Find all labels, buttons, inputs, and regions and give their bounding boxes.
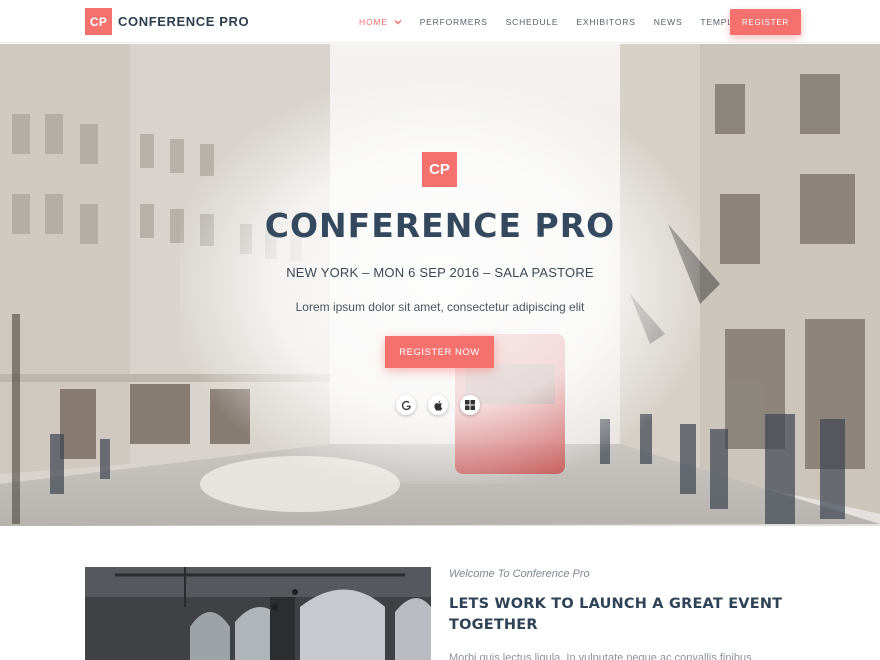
nav-item-performers[interactable]: PERFORMERS (420, 17, 488, 27)
venue-hall-image (85, 567, 431, 660)
app-store-links (396, 395, 492, 415)
nav-item-home[interactable]: HOME (359, 17, 402, 27)
main-nav: HOME PERFORMERS SCHEDULE EXHIBITORS NEWS… (359, 0, 776, 43)
nav-item-label: HOME (359, 16, 388, 27)
brand-name: CONFERENCE PRO (118, 14, 250, 29)
site-header: CP CONFERENCE PRO HOME PERFORMERS SCHEDU… (0, 0, 880, 43)
register-now-button[interactable]: REGISTER NOW (385, 336, 494, 368)
nav-item-schedule[interactable]: SCHEDULE (506, 17, 559, 27)
intro-heading: LETS WORK TO LAUNCH A GREAT EVENT TOGETH… (449, 596, 783, 633)
brand-logo-link[interactable]: CP CONFERENCE PRO (85, 8, 249, 35)
nav-item-exhibitors[interactable]: EXHIBITORS (576, 17, 635, 27)
hero-title: CONFERENCE PRO (264, 206, 616, 245)
intro-eyebrow: Welcome To Conference Pro (449, 568, 590, 580)
nav-item-news[interactable]: NEWS (654, 17, 683, 27)
hero-subtitle: NEW YORK – MON 6 SEP 2016 – SALA PASTORE (286, 265, 594, 280)
hero-section: CP CONFERENCE PRO NEW YORK – MON 6 SEP 2… (0, 44, 880, 526)
hero-description: Lorem ipsum dolor sit amet, consectetur … (295, 300, 585, 314)
chevron-down-icon (394, 19, 402, 24)
register-button[interactable]: REGISTER (730, 9, 801, 35)
brand-logo-mark: CP (85, 8, 112, 35)
windows-icon[interactable] (460, 395, 480, 415)
hero-logo-mark: CP (422, 152, 457, 187)
hero-overlay (180, 84, 700, 484)
apple-icon[interactable] (428, 395, 448, 415)
google-play-icon[interactable] (396, 395, 416, 415)
intro-body: Morbi quis lectus ligula. In vulputate n… (449, 652, 752, 660)
